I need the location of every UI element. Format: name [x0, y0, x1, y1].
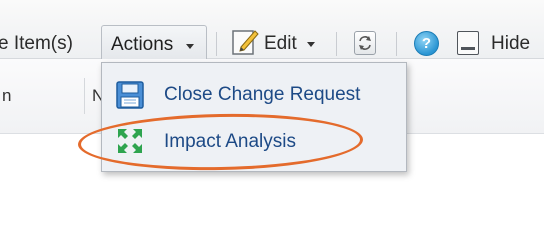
toolbar-separator	[336, 32, 337, 56]
column-divider[interactable]	[84, 78, 85, 114]
actions-menu-button[interactable]: Actions	[101, 25, 207, 63]
edit-menu-button[interactable]: Edit	[231, 27, 321, 57]
refresh-arrows-icon	[359, 36, 371, 50]
minimize-window-icon	[457, 31, 479, 55]
remove-items-button[interactable]: e Item(s)	[0, 33, 73, 55]
refresh-icon[interactable]	[354, 31, 376, 55]
pencil-icon	[232, 30, 259, 55]
chevron-down-icon	[307, 42, 315, 47]
help-icon[interactable]: ?	[414, 31, 439, 56]
actions-label: Actions	[111, 34, 174, 55]
hide-button[interactable]: Hide	[455, 28, 544, 58]
menu-item-close-change-request[interactable]: Close Change Request	[102, 73, 406, 117]
save-icon	[116, 81, 144, 109]
page: e Item(s) Actions Edit ? Hide n N Close …	[0, 0, 544, 250]
edit-label: Edit	[264, 33, 297, 54]
toolbar-separator	[216, 32, 217, 56]
chevron-down-icon	[186, 44, 194, 49]
toolbar: e Item(s) Actions Edit ? Hide	[0, 0, 544, 63]
menu-item-label: Close Change Request	[164, 84, 361, 105]
column-header[interactable]: n	[2, 86, 11, 106]
hide-label: Hide	[491, 33, 531, 54]
toolbar-separator	[396, 32, 397, 56]
